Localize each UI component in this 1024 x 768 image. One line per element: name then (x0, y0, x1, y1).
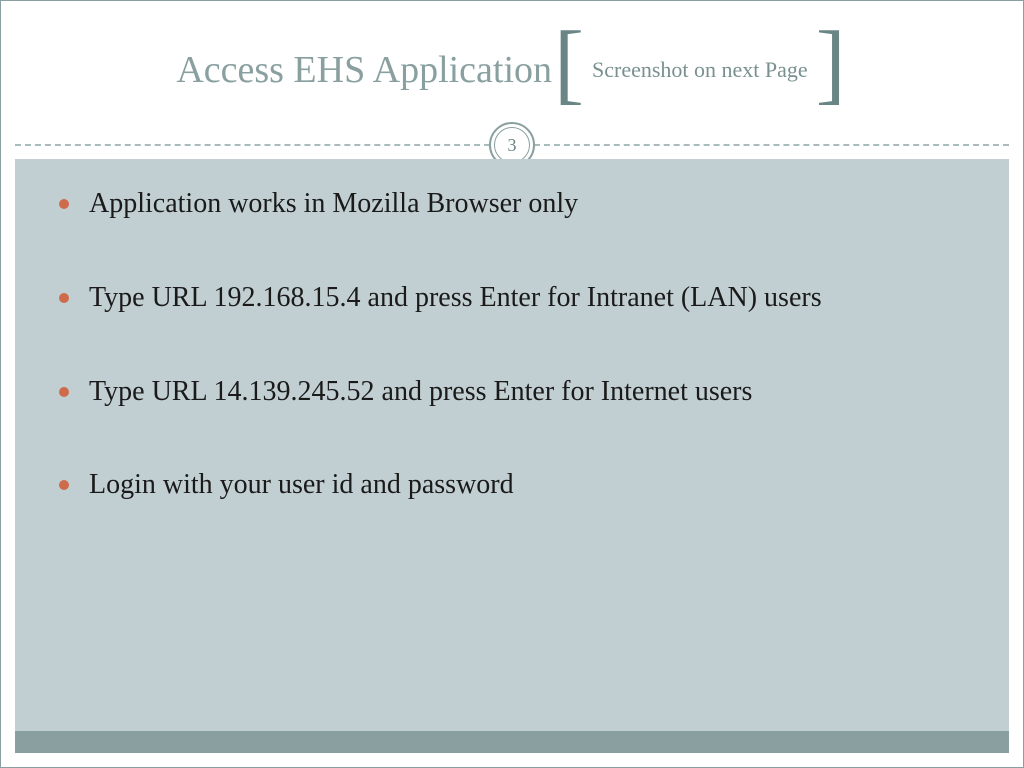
slide: Access EHS Application [ Screenshot on n… (0, 0, 1024, 768)
bracket-right: ] (814, 37, 848, 91)
bullet-list: Application works in Mozilla Browser onl… (59, 185, 965, 504)
slide-title: Access EHS Application (176, 48, 552, 92)
header-divider: 3 (1, 139, 1023, 151)
slide-header: Access EHS Application [ Screenshot on n… (1, 1, 1023, 139)
list-item: Type URL 14.139.245.52 and press Enter f… (59, 373, 965, 411)
list-item: Type URL 192.168.15.4 and press Enter fo… (59, 279, 965, 317)
page-number: 3 (494, 127, 530, 163)
slide-body: Application works in Mozilla Browser onl… (15, 159, 1009, 731)
footer-bar (15, 731, 1009, 753)
list-item: Login with your user id and password (59, 466, 965, 504)
list-item: Application works in Mozilla Browser onl… (59, 185, 965, 223)
slide-subtitle: Screenshot on next Page (586, 57, 814, 83)
bracket-left: [ (552, 37, 586, 91)
